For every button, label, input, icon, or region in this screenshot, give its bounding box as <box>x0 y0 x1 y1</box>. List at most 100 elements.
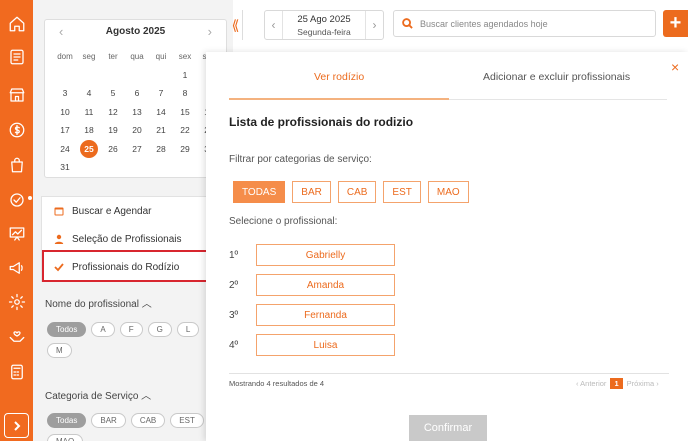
pager-current-page[interactable]: 1 <box>610 378 623 389</box>
calendar-empty-cell <box>53 66 77 85</box>
category-button[interactable]: CAB <box>337 181 377 203</box>
settings-icon[interactable] <box>7 292 26 311</box>
calendar-day[interactable]: 8 <box>173 84 197 103</box>
filter-chip[interactable]: EST <box>170 413 204 428</box>
filter-chip[interactable]: G <box>147 322 172 337</box>
date-prev-button[interactable]: ‹ <box>265 11 283 39</box>
calendar-day[interactable]: 21 <box>149 121 173 140</box>
calendar-day[interactable]: 17 <box>53 121 77 140</box>
chevron-up-icon[interactable]: ︿ <box>142 299 152 310</box>
register-icon[interactable] <box>7 47 26 66</box>
filter-chip[interactable]: M <box>47 343 72 358</box>
category-button[interactable]: BAR <box>292 181 331 203</box>
category-button[interactable]: MAO <box>427 181 469 203</box>
calendar-month-title: Agosto 2025 <box>105 26 166 37</box>
filter-chip[interactable]: L <box>176 322 200 337</box>
active-tab-underline <box>229 98 449 100</box>
calendar-day[interactable]: 19 <box>101 121 125 140</box>
confirm-button[interactable]: Confirmar <box>409 415 487 441</box>
professional-button[interactable]: Gabrielly <box>256 244 395 266</box>
store-icon[interactable] <box>7 85 26 104</box>
filter-chip[interactable]: Todas <box>47 413 87 428</box>
calendar-day[interactable]: 4 <box>77 84 101 103</box>
chevron-up-icon[interactable]: ︿ <box>141 391 151 402</box>
calendar-day[interactable]: 18 <box>77 121 101 140</box>
calendar-day[interactable]: 13 <box>125 103 149 122</box>
calendar-day[interactable]: 7 <box>149 84 173 103</box>
gear-check-icon[interactable] <box>7 190 26 209</box>
filter-chip[interactable]: Todos <box>47 322 87 337</box>
calculator-icon[interactable] <box>7 362 26 381</box>
home-icon[interactable] <box>7 14 26 33</box>
add-button[interactable]: + <box>663 10 688 37</box>
calendar-day-number: 1 <box>182 69 188 80</box>
calendar-weekday: qui <box>155 51 167 61</box>
filter-chip[interactable]: F <box>119 322 143 337</box>
calendar-empty-cell <box>149 66 173 85</box>
calendar-day-number: 11 <box>84 106 94 117</box>
calendar-day[interactable]: 3 <box>53 84 77 103</box>
calendar-day[interactable]: 1 <box>173 66 197 85</box>
category-button[interactable]: EST <box>383 181 421 203</box>
calendar-day[interactable]: 10 <box>53 103 77 122</box>
calendar-day-number: 19 <box>108 125 118 136</box>
money-icon[interactable] <box>7 120 26 139</box>
professional-button[interactable]: Luisa <box>256 334 395 356</box>
calendar-day-number: 22 <box>180 125 190 136</box>
chart-icon[interactable] <box>7 224 26 243</box>
professional-row: 3º Fernanda <box>229 304 395 326</box>
professional-button[interactable]: Fernanda <box>256 304 395 326</box>
tab-adicionar-excluir[interactable]: Adicionar e excluir profissionais <box>483 71 630 83</box>
pager-prev-button[interactable]: ‹ Anterior <box>576 379 606 388</box>
calendar-day[interactable]: 5 <box>101 84 125 103</box>
calendar-day[interactable]: 27 <box>125 140 149 159</box>
shopping-bag-icon[interactable] <box>7 155 26 174</box>
filter-chip[interactable]: A <box>91 322 115 337</box>
pager-next-button[interactable]: Próxima › <box>627 379 659 388</box>
calendar-day[interactable]: 12 <box>101 103 125 122</box>
tab-ver-rodizio[interactable]: Ver rodízio <box>314 71 364 83</box>
search-input[interactable]: Buscar clientes agendados hoje <box>393 10 656 37</box>
calendar-day[interactable]: 20 <box>125 121 149 140</box>
calendar-day[interactable]: 25 <box>77 139 101 159</box>
calendar-day[interactable]: 26 <box>101 140 125 159</box>
calendar-day[interactable]: 31 <box>53 158 77 177</box>
collapse-panel-button[interactable]: ⟪ <box>229 10 243 40</box>
menu-item-selecao-profissionais[interactable]: Seleção de Profissionais <box>42 225 228 253</box>
current-date: 25 Ago 2025 <box>297 14 351 25</box>
filter-chip[interactable]: BAR <box>91 413 126 428</box>
calendar-day[interactable]: 6 <box>125 84 149 103</box>
calendar-day-number: 3 <box>62 88 68 99</box>
calendar-day[interactable]: 11 <box>77 103 101 122</box>
highlight-box <box>42 250 210 282</box>
hands-heart-icon[interactable] <box>7 326 26 345</box>
close-icon[interactable]: × <box>671 59 679 75</box>
professional-row: 4º Luisa <box>229 334 395 356</box>
category-filter-title: Categoria de Serviço ︿ <box>45 391 152 402</box>
category-button[interactable]: TODAS <box>233 181 286 203</box>
date-next-button[interactable]: › <box>365 11 383 39</box>
megaphone-icon[interactable] <box>7 258 26 277</box>
filter-chip[interactable]: CAB <box>130 413 166 428</box>
filter-chip[interactable]: MAO <box>47 434 84 441</box>
calendar-day[interactable]: 24 <box>53 140 77 159</box>
modal-title: Lista de profissionais do rodizio <box>229 115 414 129</box>
professional-filter-title: Nome do profissional ︿ <box>45 299 152 310</box>
calendar-day-number: 31 <box>60 162 70 173</box>
calendar-selected-day: 25 <box>80 139 98 158</box>
calendar-day[interactable]: 15 <box>173 103 197 122</box>
calendar-day-number: 5 <box>110 88 116 99</box>
calendar-grid: domsegterquaquisexsáb1234567891011121314… <box>53 47 221 177</box>
expand-menu-button[interactable] <box>4 413 29 438</box>
menu-item-buscar-agendar[interactable]: Buscar e Agendar <box>42 197 228 225</box>
professional-button[interactable]: Amanda <box>256 274 395 296</box>
calendar-next-button[interactable]: › <box>208 24 212 39</box>
calendar-day[interactable]: 14 <box>149 103 173 122</box>
calendar-day[interactable]: 22 <box>173 121 197 140</box>
calendar-day-number: 7 <box>158 88 164 99</box>
calendar-weekday: sex <box>178 51 192 61</box>
calendar-day[interactable]: 29 <box>173 140 197 159</box>
search-placeholder: Buscar clientes agendados hoje <box>420 18 548 29</box>
calendar-day-number: 6 <box>134 88 140 99</box>
calendar-day[interactable]: 28 <box>149 140 173 159</box>
